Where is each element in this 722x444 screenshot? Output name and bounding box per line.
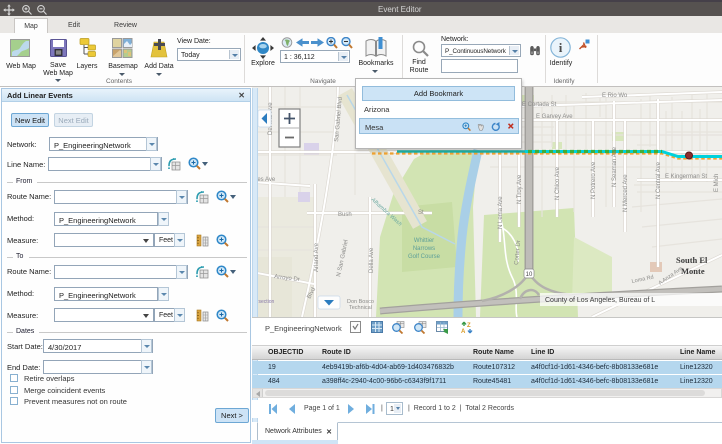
svg-text:South El: South El (676, 255, 708, 265)
svg-text:10: 10 (526, 272, 533, 278)
svg-text:Monte: Monte (681, 266, 705, 276)
svg-text:St: St (418, 210, 424, 216)
svg-text:County of Los Angeles, Bureau: County of Los Angeles, Bureau of L (545, 297, 655, 304)
svg-text:E Cortada St: E Cortada St (522, 102, 557, 108)
svg-text:N Central Ave: N Central Ave (656, 161, 662, 199)
svg-text:N Potrero Ave: N Potrero Ave (591, 161, 597, 199)
svg-text:E Mich: E Mich (714, 174, 720, 192)
svg-text:Z: Z (467, 323, 471, 329)
svg-text:N Chico Ave: N Chico Ave (555, 166, 561, 200)
svg-text:Arland Ave: Arland Ave (314, 242, 320, 272)
svg-text:Bush: Bush (338, 212, 352, 218)
svg-text:Narrows: Narrows (413, 246, 435, 252)
svg-text:N Troy Ave: N Troy Ave (517, 174, 523, 204)
svg-text:Whittier: Whittier (414, 238, 434, 244)
svg-text:N Seaman Ave: N Seaman Ave (612, 146, 618, 187)
svg-text:A: A (461, 329, 466, 334)
svg-text:Golf Course: Golf Course (408, 254, 441, 260)
svg-text:Della Ave: Della Ave (369, 247, 375, 273)
svg-text:Technical: Technical (349, 305, 372, 311)
svg-text:i: i (559, 40, 563, 55)
svg-text:E Garvey Ave: E Garvey Ave (536, 114, 573, 120)
svg-text:N Lema Ave: N Lema Ave (498, 196, 504, 229)
svg-text:E Rio Wo: E Rio Wo (602, 93, 628, 99)
svg-text:N Merced Ave: N Merced Ave (623, 174, 629, 212)
svg-text:E Kingerman St: E Kingerman St (665, 174, 707, 180)
